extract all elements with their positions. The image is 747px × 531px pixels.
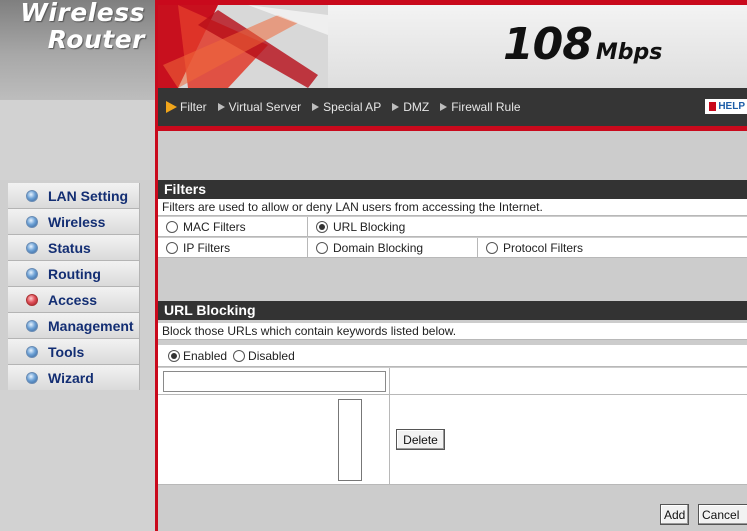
radio-domain-blocking[interactable] (316, 242, 328, 254)
keyword-input[interactable] (163, 371, 386, 392)
sidebar-item-label: Access (48, 291, 98, 308)
url-blocking-option[interactable]: URL Blocking (308, 217, 747, 237)
help-icon (709, 102, 717, 111)
url-blocking-description: Block those URLs which contain keywords … (158, 323, 747, 340)
brand-logo: Wireless Router (0, 0, 155, 100)
radio-mac-filters[interactable] (166, 221, 178, 233)
bullet-icon (26, 267, 38, 280)
sidebar-item-routing[interactable]: Routing (8, 261, 140, 287)
sidebar-item-label: Wireless (48, 213, 106, 230)
brand-line-2: Router (47, 25, 145, 54)
mac-filters-option[interactable]: MAC Filters (158, 217, 308, 237)
bullet-icon (26, 241, 38, 254)
header-banner: 108 Mbps (158, 5, 747, 88)
active-bullet-icon (26, 293, 38, 306)
nav-item-dmz[interactable]: DMZ (392, 100, 429, 114)
speed-badge: 108 Mbps (503, 19, 662, 70)
domain-blocking-option[interactable]: Domain Blocking (308, 238, 478, 258)
sidebar-item-wizard[interactable]: Wizard (8, 365, 140, 391)
sidebar-item-label: Routing (48, 265, 101, 282)
play-arrow-icon (166, 101, 177, 113)
sidebar-item-label: Management (48, 317, 134, 334)
sidebar-item-label: Wizard (48, 369, 94, 386)
banner-art-graphic (158, 5, 328, 88)
add-button[interactable]: Add (660, 504, 689, 525)
left-panel: Wireless Router LAN Setting Wireless Sta… (0, 0, 155, 531)
main-content: Filters Filters are used to allow or den… (158, 131, 747, 531)
option-label: Domain Blocking (333, 241, 424, 255)
help-button[interactable]: HELP (705, 99, 747, 114)
bullet-icon (26, 189, 38, 202)
column-divider (389, 368, 390, 395)
filters-option-row-1: MAC Filters URL Blocking (158, 217, 747, 237)
speed-unit: Mbps (595, 40, 663, 65)
sidebar-item-label: Status (48, 239, 91, 256)
url-blocking-toggle-row: Enabled Disabled (158, 345, 747, 367)
filters-option-row-2: IP Filters Domain Blocking Protocol Filt… (158, 238, 747, 258)
option-label: Protocol Filters (503, 241, 584, 255)
nav-item-virtual-server[interactable]: Virtual Server (217, 100, 302, 114)
speed-value: 108 (503, 19, 593, 70)
keyword-row (158, 368, 747, 395)
filters-section-title: Filters (158, 180, 747, 199)
nav-item-label: Virtual Server (228, 100, 302, 114)
play-arrow-icon (392, 103, 400, 111)
keyword-listbox[interactable] (338, 399, 362, 481)
sidebar-item-tools[interactable]: Tools (8, 339, 140, 365)
radio-url-blocking[interactable] (316, 221, 328, 233)
sidebar-item-wireless[interactable]: Wireless (8, 209, 140, 235)
sidebar-item-status[interactable]: Status (8, 235, 140, 261)
nav-item-label: Firewall Rule (451, 100, 521, 114)
radio-ip-filters[interactable] (166, 242, 178, 254)
cancel-button[interactable]: Cancel (698, 504, 747, 525)
option-label: URL Blocking (333, 220, 406, 234)
play-arrow-icon (440, 103, 448, 111)
url-blocking-section-title: URL Blocking (158, 301, 747, 320)
sidebar-item-management[interactable]: Management (8, 313, 140, 339)
disabled-label: Disabled (248, 349, 295, 363)
option-label: IP Filters (183, 241, 231, 255)
bullet-icon (26, 345, 38, 358)
bullet-icon (26, 215, 38, 228)
play-arrow-icon (217, 103, 225, 111)
protocol-filters-option[interactable]: Protocol Filters (478, 238, 747, 258)
nav-item-firewall-rule[interactable]: Firewall Rule (440, 100, 521, 114)
nav-item-filter[interactable]: Filter (166, 100, 207, 114)
keyword-list-row: Delete (158, 395, 747, 485)
nav-item-label: Filter (180, 100, 207, 114)
sidebar-item-lan-setting[interactable]: LAN Setting (8, 183, 140, 209)
radio-protocol-filters[interactable] (486, 242, 498, 254)
sidebar-menu: LAN Setting Wireless Status Routing Acce… (8, 183, 140, 391)
option-label: MAC Filters (183, 220, 246, 234)
bullet-icon (26, 371, 38, 384)
nav-item-special-ap[interactable]: Special AP (312, 100, 381, 114)
brand-line-1: Wireless (20, 0, 145, 27)
radio-disabled[interactable] (233, 350, 246, 362)
play-arrow-icon (312, 103, 320, 111)
help-label: HELP (718, 101, 745, 112)
ip-filters-option[interactable]: IP Filters (158, 238, 308, 258)
sidebar-footer (0, 390, 155, 531)
nav-item-label: Special AP (323, 100, 382, 114)
column-divider (389, 395, 390, 485)
top-nav: Filter Virtual Server Special AP DMZ Fir… (158, 88, 747, 126)
sidebar-spacer (0, 100, 155, 180)
sidebar-item-label: Tools (48, 343, 85, 360)
bullet-icon (26, 319, 38, 332)
nav-item-label: DMZ (403, 100, 430, 114)
delete-button[interactable]: Delete (396, 429, 445, 450)
enable-toggle: Enabled Disabled (158, 345, 747, 367)
sidebar-item-label: LAN Setting (48, 187, 129, 204)
filters-description: Filters are used to allow or deny LAN us… (158, 199, 747, 216)
enabled-label: Enabled (183, 349, 228, 363)
radio-enabled[interactable] (168, 350, 180, 362)
sidebar-item-access[interactable]: Access (8, 287, 140, 313)
